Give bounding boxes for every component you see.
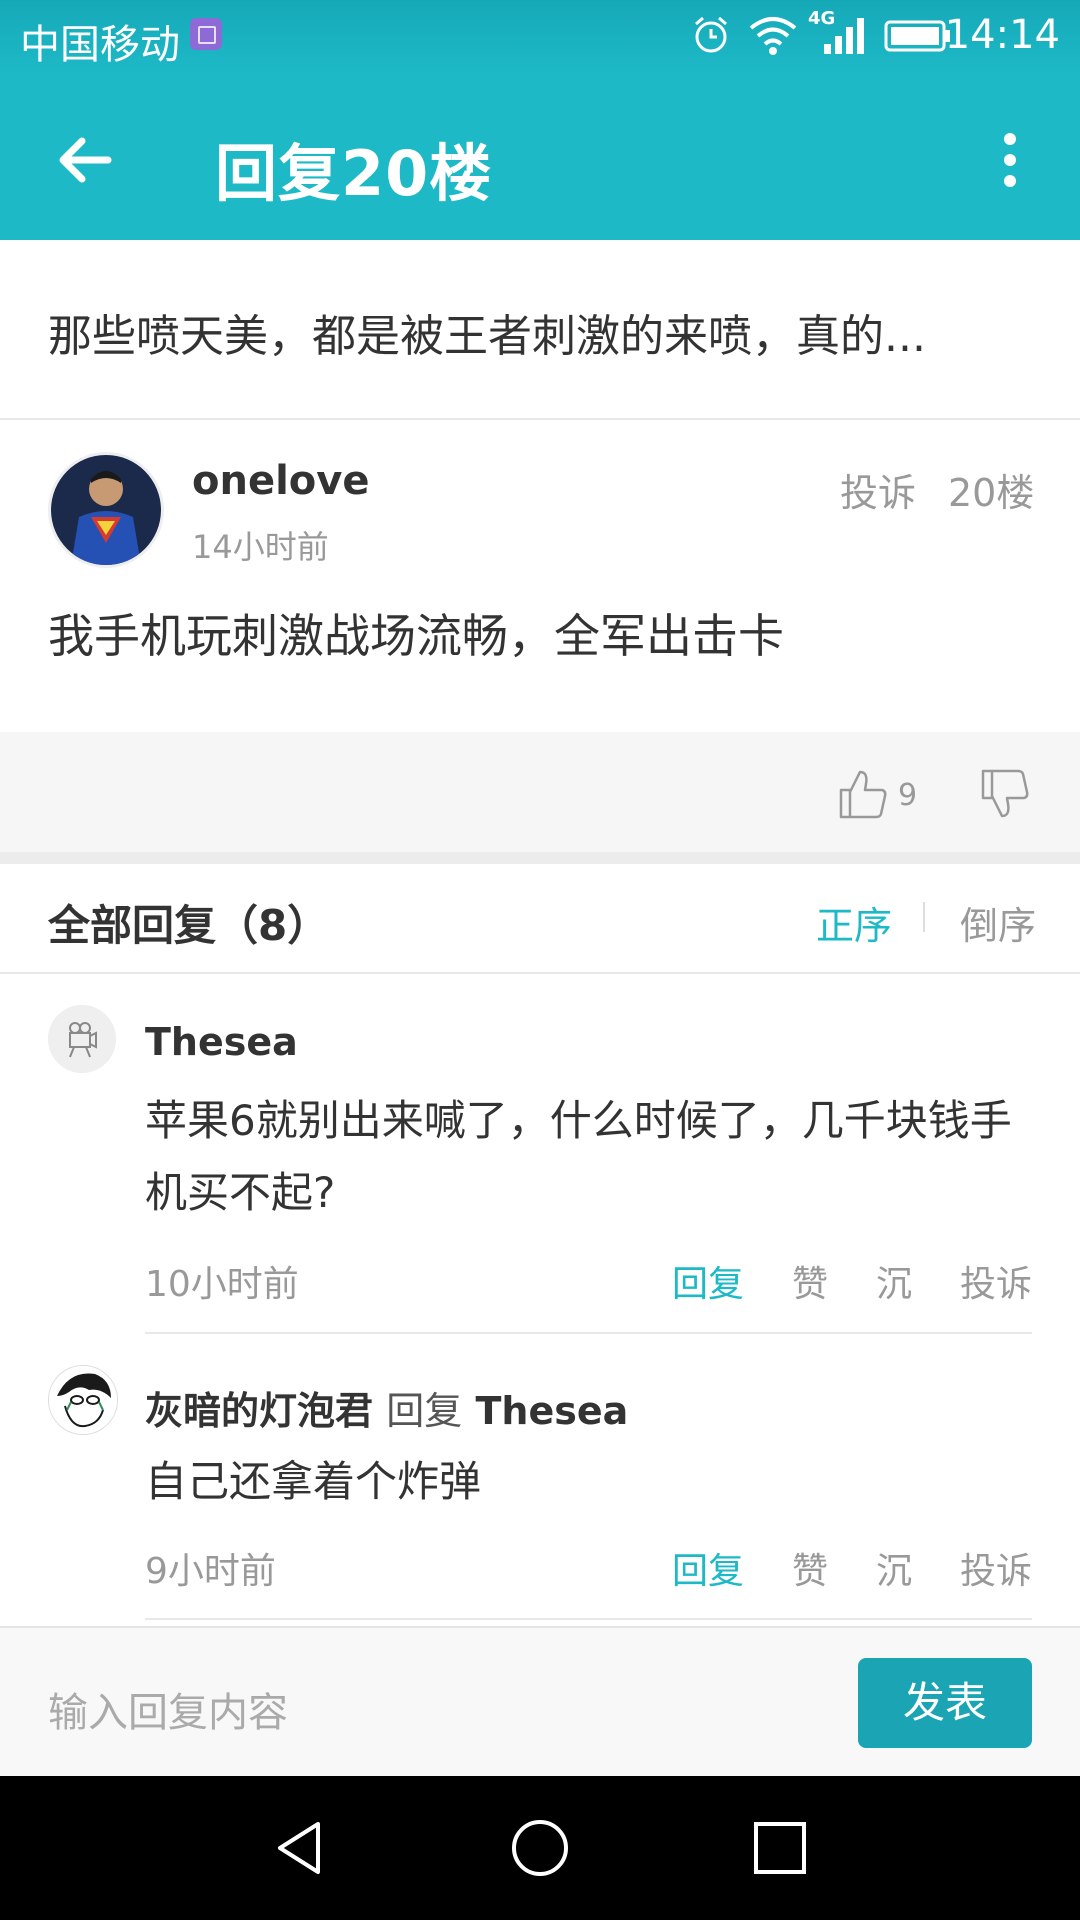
back-arrow-icon[interactable]	[50, 125, 120, 195]
gallery-notification-icon	[190, 18, 222, 50]
report-post-link[interactable]: 投诉	[840, 462, 916, 517]
sink-button[interactable]: 沉	[876, 1255, 912, 1307]
reply-avatar[interactable]	[48, 1365, 118, 1435]
reply-input-bar: 输入回复内容 发表	[0, 1626, 1080, 1776]
page-title: 回复20楼	[215, 137, 493, 210]
divider	[923, 902, 925, 932]
system-navigation-bar	[0, 1776, 1080, 1920]
reply-input[interactable]: 输入回复内容	[48, 1680, 288, 1738]
nav-home-icon[interactable]	[510, 1818, 570, 1878]
report-button[interactable]: 投诉	[960, 1542, 1032, 1594]
divider	[0, 418, 1080, 420]
reply-avatar[interactable]	[48, 1005, 116, 1073]
sink-button[interactable]: 沉	[876, 1542, 912, 1594]
more-options-icon[interactable]	[990, 125, 1030, 195]
sort-ascending-tab[interactable]: 正序	[816, 895, 892, 950]
floor-label: 20楼	[948, 471, 1035, 515]
signal-icon	[824, 18, 864, 54]
reply-author-name[interactable]: 灰暗的灯泡君	[145, 1389, 373, 1433]
like-button[interactable]: 赞	[792, 1542, 828, 1594]
post-timestamp: 14小时前	[192, 528, 329, 566]
clock-time: 14:14	[944, 12, 1060, 58]
reply-timestamp: 9小时前	[145, 1551, 276, 1592]
reply-to-label: 回复	[386, 1389, 463, 1433]
nav-recents-icon[interactable]	[750, 1818, 810, 1878]
reply-button[interactable]: 回复	[672, 1542, 744, 1594]
report-button[interactable]: 投诉	[960, 1255, 1032, 1307]
all-replies-title: 全部回复（8）	[48, 901, 330, 950]
app-bar: 回复20楼	[0, 75, 1080, 240]
reply-text: 苹果6就别出来喊了，什么时候了，几千块钱手机买不起?	[145, 1096, 1012, 1217]
wifi-icon	[749, 17, 797, 55]
anime-avatar-icon	[49, 1366, 117, 1434]
thumbs-down-icon[interactable]	[980, 768, 1030, 820]
author-name[interactable]: onelove	[192, 458, 369, 504]
reply-button[interactable]: 回复	[672, 1255, 744, 1307]
section-divider	[0, 852, 1080, 864]
sort-descending-tab[interactable]: 倒序	[960, 895, 1036, 950]
reply-timestamp: 10小时前	[145, 1264, 299, 1305]
post-body: 我手机玩刺激战场流畅，全军出击卡	[48, 609, 784, 663]
post-title[interactable]: 那些喷天美，都是被王者刺激的来喷，真的...	[48, 300, 926, 364]
reply-target-name[interactable]: Thesea	[476, 1389, 629, 1433]
like-button[interactable]: 赞	[792, 1255, 828, 1307]
like-count: 9	[898, 778, 918, 813]
divider	[0, 972, 1080, 974]
carrier-label: 中国移动	[20, 22, 180, 68]
divider	[145, 1332, 1032, 1334]
author-avatar[interactable]	[48, 452, 164, 568]
reply-author: 灰暗的灯泡君 回复 Thesea	[145, 1380, 628, 1435]
alarm-icon	[695, 16, 727, 53]
nav-back-icon[interactable]	[270, 1818, 330, 1878]
thumbs-up-icon[interactable]	[838, 768, 888, 820]
reply-text: 自己还拿着个炸弹	[145, 1457, 482, 1506]
submit-button[interactable]: 发表	[858, 1658, 1032, 1748]
battery-icon	[884, 20, 950, 52]
divider	[145, 1618, 1032, 1620]
vote-bar: 9	[0, 732, 1080, 852]
camera-avatar-icon	[48, 1005, 116, 1073]
reply-author-name[interactable]: Thesea	[145, 1020, 298, 1064]
reply-author[interactable]: Thesea	[145, 1020, 298, 1064]
status-bar: 中国移动 4G 14:14	[0, 0, 1080, 75]
